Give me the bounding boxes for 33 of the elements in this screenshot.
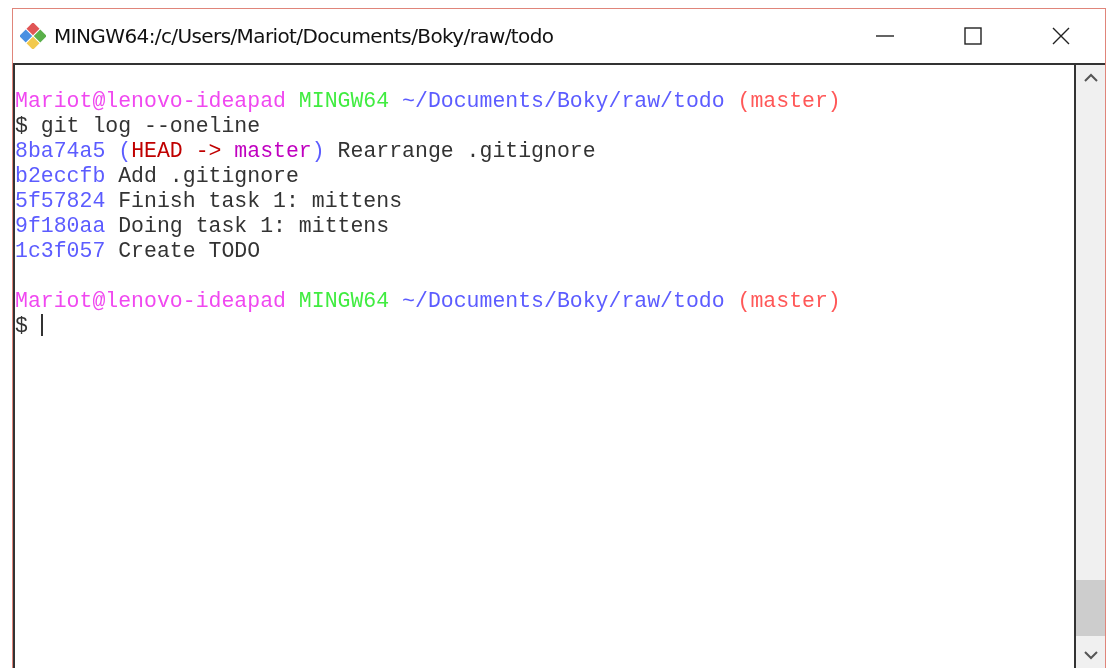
- terminal-text: master: [234, 139, 312, 163]
- terminal-text: ): [311, 139, 326, 163]
- terminal-text: (: [118, 139, 132, 163]
- terminal-text: $: [15, 314, 29, 338]
- terminal-text: 1c3f057: [15, 239, 107, 263]
- terminal-text: Mariot@lenovo-ideapad: [15, 89, 287, 113]
- maximize-icon: [963, 26, 983, 46]
- terminal-text: Doing task 1: mittens: [118, 214, 390, 238]
- terminal-text: (master): [737, 89, 841, 113]
- scroll-down-icon[interactable]: [1082, 650, 1099, 660]
- terminal-text: Create TODO: [118, 239, 261, 263]
- scrollbar-thumb[interactable]: [1076, 580, 1105, 636]
- app-icon: [20, 23, 46, 49]
- terminal-text: MINGW64: [298, 289, 391, 313]
- terminal-text: $ git log --oneline: [15, 114, 261, 138]
- window-title: MINGW64:/c/Users/Mariot/Documents/Boky/raw/todo: [54, 24, 555, 48]
- terminal-text: 5f57824: [15, 189, 107, 213]
- terminal-text: Rearrange .gitignore: [337, 139, 596, 163]
- terminal-text: (master): [737, 289, 841, 313]
- terminal-text: MINGW64: [298, 89, 391, 113]
- terminal-text: 8ba74a5: [15, 139, 107, 163]
- minimize-icon: [876, 35, 894, 37]
- close-icon: [1051, 26, 1071, 46]
- terminal-text: ~/Documents/Boky/raw/todo: [402, 89, 726, 113]
- terminal-text: Add .gitignore: [118, 164, 299, 188]
- scrollbar[interactable]: [1076, 65, 1105, 668]
- terminal-text: 9f180aa: [15, 214, 107, 238]
- terminal-text: ~/Documents/Boky/raw/todo: [402, 289, 726, 313]
- terminal-text: b2eccfb: [15, 164, 107, 188]
- terminal-text: HEAD ->: [131, 139, 223, 163]
- terminal-text: Mariot@lenovo-ideapad: [15, 289, 287, 313]
- terminal-text: Finish task 1: mittens: [118, 189, 403, 213]
- scroll-up-icon[interactable]: [1082, 73, 1099, 83]
